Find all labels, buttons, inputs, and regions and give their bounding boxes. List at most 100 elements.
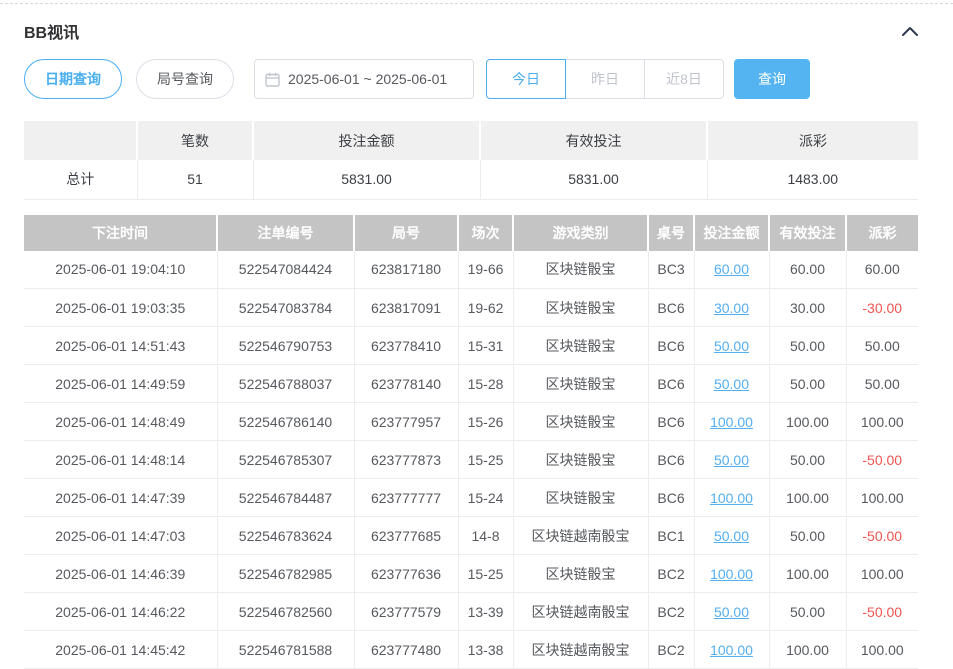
round-id-cell: 623778410 xyxy=(354,327,458,365)
valid-bet-cell: 100.00 xyxy=(769,403,846,441)
bet-amount-cell: 100.00 xyxy=(694,555,769,593)
col-header-payout: 派彩 xyxy=(846,215,918,251)
payout-cell: 50.00 xyxy=(846,365,918,403)
valid-bet-cell: 60.00 xyxy=(769,251,846,289)
bet-amount-cell: 100.00 xyxy=(694,631,769,669)
round-id-cell: 623777957 xyxy=(354,403,458,441)
round-id-cell: 623817180 xyxy=(354,251,458,289)
calendar-icon xyxy=(265,72,280,87)
bet-time-cell: 2025-06-01 14:48:49 xyxy=(24,403,217,441)
payout-cell: 60.00 xyxy=(846,251,918,289)
summary-total-bet-amount: 5831.00 xyxy=(253,160,480,199)
chevron-up-icon xyxy=(901,25,919,40)
game-type-cell: 区块链骰宝 xyxy=(513,251,648,289)
col-header-bet-time: 下注时间 xyxy=(24,215,217,251)
query-button[interactable]: 查询 xyxy=(734,59,810,99)
payout-cell: 100.00 xyxy=(846,631,918,669)
game-type-cell: 区块链越南骰宝 xyxy=(513,631,648,669)
bet-amount-link[interactable]: 60.00 xyxy=(714,261,749,277)
col-header-order-id: 注单编号 xyxy=(217,215,354,251)
top-dashed-divider xyxy=(0,3,953,4)
payout-cell: 100.00 xyxy=(846,479,918,517)
table-row: 2025-06-01 14:45:42522546781588623777480… xyxy=(24,631,918,669)
bet-table-header-row: 下注时间 注单编号 局号 场次 游戏类别 桌号 投注金额 有效投注 派彩 xyxy=(24,215,918,251)
bet-amount-link[interactable]: 50.00 xyxy=(714,452,749,468)
bet-time-cell: 2025-06-01 14:48:14 xyxy=(24,441,217,479)
valid-bet-cell: 50.00 xyxy=(769,517,846,555)
bet-amount-link[interactable]: 50.00 xyxy=(714,376,749,392)
col-header-round-id: 局号 xyxy=(354,215,458,251)
game-type-cell: 区块链骰宝 xyxy=(513,289,648,327)
valid-bet-cell: 50.00 xyxy=(769,441,846,479)
table-row: 2025-06-01 14:48:49522546786140623777957… xyxy=(24,403,918,441)
col-header-valid-bet: 有效投注 xyxy=(769,215,846,251)
valid-bet-cell: 100.00 xyxy=(769,479,846,517)
payout-cell: 100.00 xyxy=(846,403,918,441)
session-cell: 13-38 xyxy=(458,631,513,669)
table-row: 2025-06-01 14:47:03522546783624623777685… xyxy=(24,517,918,555)
game-type-cell: 区块链越南骰宝 xyxy=(513,517,648,555)
bet-amount-link[interactable]: 100.00 xyxy=(710,490,753,506)
table-row: 2025-06-01 14:48:14522546785307623777873… xyxy=(24,441,918,479)
bet-amount-link[interactable]: 50.00 xyxy=(714,338,749,354)
payout-cell: -50.00 xyxy=(846,441,918,479)
round-query-tab[interactable]: 局号查询 xyxy=(136,59,234,99)
bet-amount-link[interactable]: 50.00 xyxy=(714,528,749,544)
summary-header-valid-bet: 有效投注 xyxy=(480,121,707,160)
summary-total-count: 51 xyxy=(137,160,253,199)
bet-time-cell: 2025-06-01 19:04:10 xyxy=(24,251,217,289)
valid-bet-cell: 50.00 xyxy=(769,365,846,403)
table-id-cell: BC2 xyxy=(648,593,694,631)
quick-range-last8[interactable]: 近8日 xyxy=(644,59,724,99)
valid-bet-cell: 100.00 xyxy=(769,631,846,669)
date-range-input[interactable] xyxy=(288,71,463,87)
bet-amount-cell: 60.00 xyxy=(694,251,769,289)
table-row: 2025-06-01 14:51:43522546790753623778410… xyxy=(24,327,918,365)
round-id-cell: 623777480 xyxy=(354,631,458,669)
table-row: 2025-06-01 14:49:59522546788037623778140… xyxy=(24,365,918,403)
payout-cell: -50.00 xyxy=(846,517,918,555)
quick-range-yesterday[interactable]: 昨日 xyxy=(565,59,645,99)
bet-amount-cell: 50.00 xyxy=(694,365,769,403)
session-cell: 15-25 xyxy=(458,555,513,593)
valid-bet-cell: 100.00 xyxy=(769,555,846,593)
bet-amount-link[interactable]: 100.00 xyxy=(710,414,753,430)
table-id-cell: BC6 xyxy=(648,441,694,479)
session-cell: 15-31 xyxy=(458,327,513,365)
session-cell: 19-66 xyxy=(458,251,513,289)
collapse-panel-button[interactable] xyxy=(899,23,921,39)
bet-amount-link[interactable]: 100.00 xyxy=(710,566,753,582)
session-cell: 15-24 xyxy=(458,479,513,517)
bet-amount-link[interactable]: 100.00 xyxy=(710,642,753,658)
table-id-cell: BC6 xyxy=(648,289,694,327)
order-id-cell: 522546786140 xyxy=(217,403,354,441)
bet-amount-link[interactable]: 30.00 xyxy=(714,300,749,316)
date-range-picker[interactable] xyxy=(254,59,474,99)
session-cell: 15-25 xyxy=(458,441,513,479)
date-query-tab[interactable]: 日期查询 xyxy=(24,59,122,99)
col-header-table-id: 桌号 xyxy=(648,215,694,251)
table-id-cell: BC6 xyxy=(648,365,694,403)
payout-cell: -50.00 xyxy=(846,593,918,631)
bet-amount-link[interactable]: 50.00 xyxy=(714,604,749,620)
session-cell: 14-8 xyxy=(458,517,513,555)
bet-amount-cell: 50.00 xyxy=(694,517,769,555)
game-type-cell: 区块链骰宝 xyxy=(513,365,648,403)
round-id-cell: 623777685 xyxy=(354,517,458,555)
bet-amount-cell: 100.00 xyxy=(694,479,769,517)
summary-header-empty xyxy=(24,121,137,160)
order-id-cell: 522546783624 xyxy=(217,517,354,555)
quick-range-today[interactable]: 今日 xyxy=(486,59,566,99)
order-id-cell: 522546784487 xyxy=(217,479,354,517)
bet-amount-cell: 50.00 xyxy=(694,327,769,365)
session-cell: 13-39 xyxy=(458,593,513,631)
summary-total-valid-bet: 5831.00 xyxy=(480,160,707,199)
summary-header-count: 笔数 xyxy=(137,121,253,160)
bet-time-cell: 2025-06-01 14:46:39 xyxy=(24,555,217,593)
table-row: 2025-06-01 19:04:10522547084424623817180… xyxy=(24,251,918,289)
table-id-cell: BC2 xyxy=(648,631,694,669)
order-id-cell: 522546788037 xyxy=(217,365,354,403)
bet-time-cell: 2025-06-01 14:51:43 xyxy=(24,327,217,365)
bet-records-table: 下注时间 注单编号 局号 场次 游戏类别 桌号 投注金额 有效投注 派彩 202… xyxy=(24,215,918,669)
table-id-cell: BC1 xyxy=(648,517,694,555)
